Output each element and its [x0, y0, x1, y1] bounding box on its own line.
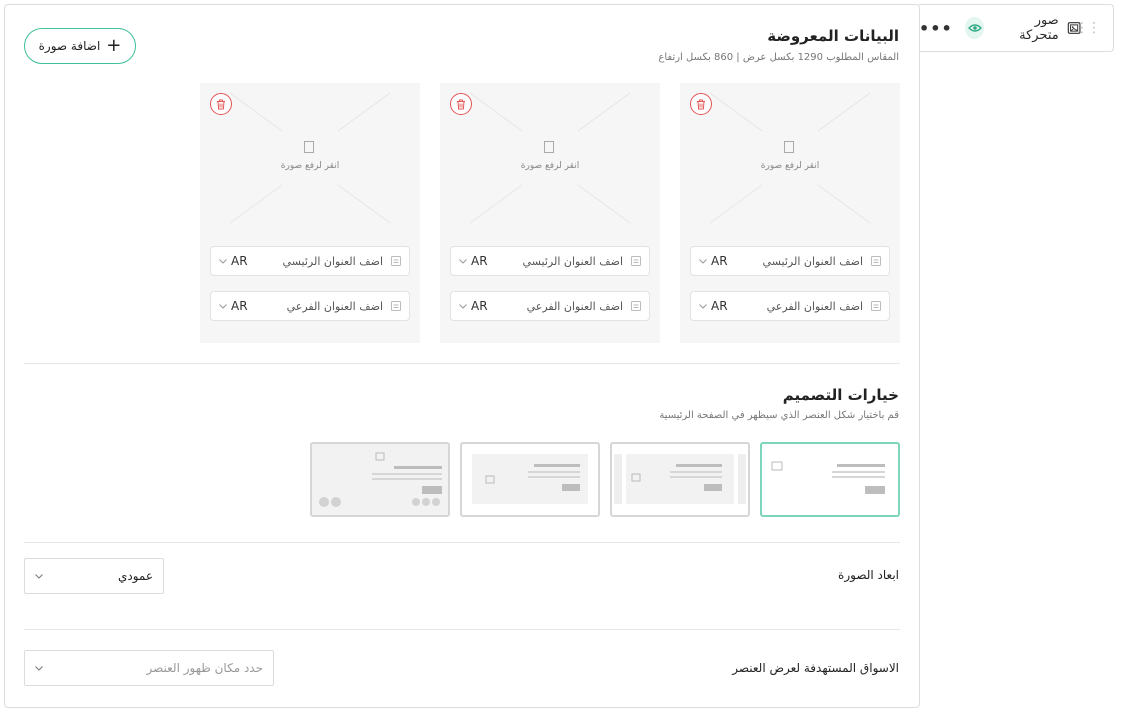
- main-title-field[interactable]: اضف العنوان الرئيسي AR: [450, 246, 650, 276]
- displayed-data-subtitle: المقاس المطلوب 1290 بكسل عرض | 860 بكسل …: [658, 52, 899, 63]
- language-selector[interactable]: AR: [219, 254, 248, 268]
- main-title-field[interactable]: اضف العنوان الرئيسي AR: [210, 246, 410, 276]
- text-field-icon: [631, 256, 641, 266]
- chevron-down-icon: [219, 303, 227, 309]
- design-preview-carousel: [614, 454, 746, 504]
- main-title-placeholder: اضف العنوان الرئيسي: [522, 254, 623, 268]
- chevron-down-icon: [699, 258, 707, 264]
- more-options-icon[interactable]: •••: [919, 19, 953, 38]
- image-dimensions-select[interactable]: عمودي: [24, 558, 164, 594]
- trash-icon: [697, 99, 705, 109]
- target-markets-placeholder: حدد مكان ظهور العنصر: [146, 661, 263, 675]
- chevron-down-icon: [459, 303, 467, 309]
- target-markets-label: الاسواق المستهدفة لعرض العنصر: [732, 661, 899, 675]
- design-option-boxed[interactable]: [460, 442, 600, 517]
- image-upload-area[interactable]: انقر لرفع صورة: [680, 83, 900, 233]
- plus-icon: +: [106, 35, 122, 56]
- section-divider: [24, 542, 900, 543]
- upload-label: انقر لرفع صورة: [280, 161, 340, 171]
- displayed-data-title: البيانات المعروضة: [767, 27, 899, 45]
- chevron-down-icon: [35, 573, 43, 579]
- sub-title-field[interactable]: اضف العنوان الفرعي AR: [450, 291, 650, 321]
- language-selector[interactable]: AR: [219, 299, 248, 313]
- design-preview-single: [771, 461, 885, 494]
- image-upload-area[interactable]: انقر لرفع صورة: [200, 83, 420, 233]
- upload-icon: [784, 141, 794, 153]
- language-code: AR: [711, 299, 728, 313]
- text-field-icon: [391, 301, 401, 311]
- main-title-placeholder: اضف العنوان الرئيسي: [282, 254, 383, 268]
- image-dimensions-label: ابعاد الصورة: [838, 568, 899, 582]
- trash-icon: [217, 99, 225, 109]
- section-divider: [24, 629, 900, 630]
- chevron-down-icon: [459, 258, 467, 264]
- visibility-toggle[interactable]: [964, 17, 985, 39]
- placeholder-diagonals: [229, 92, 391, 224]
- sub-title-placeholder: اضف العنوان الفرعي: [286, 299, 383, 313]
- language-code: AR: [471, 254, 488, 268]
- image-card: انقر لرفع صورة اضف العنوان الرئيسي AR اض…: [440, 83, 660, 343]
- gallery-icon: [1067, 22, 1081, 34]
- drag-handle-icon[interactable]: ⋮⋮: [1075, 21, 1101, 35]
- sub-title-placeholder: اضف العنوان الفرعي: [766, 299, 863, 313]
- text-field-icon: [871, 301, 881, 311]
- main-title-field[interactable]: اضف العنوان الرئيسي AR: [690, 246, 890, 276]
- add-image-button[interactable]: + اضافة صورة: [24, 28, 136, 64]
- eye-icon: [967, 24, 982, 32]
- text-field-icon: [631, 301, 641, 311]
- design-preview-boxed: [472, 454, 588, 504]
- main-title-placeholder: اضف العنوان الرئيسي: [762, 254, 863, 268]
- sub-title-field[interactable]: اضف العنوان الفرعي AR: [210, 291, 410, 321]
- language-code: AR: [471, 299, 488, 313]
- text-field-icon: [391, 256, 401, 266]
- image-dimensions-value: عمودي: [117, 569, 153, 583]
- element-tab[interactable]: ⋮⋮ صور متحركة •••: [919, 4, 1114, 52]
- language-code: AR: [231, 254, 248, 268]
- image-upload-area[interactable]: انقر لرفع صورة: [440, 83, 660, 233]
- upload-icon: [304, 141, 314, 153]
- design-option-carousel[interactable]: [610, 442, 750, 517]
- language-selector[interactable]: AR: [699, 299, 728, 313]
- chevron-down-icon: [219, 258, 227, 264]
- language-selector[interactable]: AR: [459, 299, 488, 313]
- placeholder-diagonals: [469, 92, 631, 224]
- text-field-icon: [871, 256, 881, 266]
- delete-card-button[interactable]: [690, 93, 712, 115]
- image-card: انقر لرفع صورة اضف العنوان الرئيسي AR اض…: [200, 83, 420, 343]
- upload-label: انقر لرفع صورة: [760, 161, 820, 171]
- design-options-title: خيارات التصميم: [782, 386, 899, 404]
- design-preview-with-dots: [312, 444, 448, 515]
- image-card: انقر لرفع صورة اضف العنوان الرئيسي AR اض…: [680, 83, 900, 343]
- chevron-down-icon: [35, 665, 43, 671]
- section-divider: [24, 363, 900, 364]
- trash-icon: [457, 99, 465, 109]
- target-markets-select[interactable]: حدد مكان ظهور العنصر: [24, 650, 274, 686]
- design-option-with-dots[interactable]: [310, 442, 450, 517]
- upload-label: انقر لرفع صورة: [520, 161, 580, 171]
- settings-panel: البيانات المعروضة المقاس المطلوب 1290 بك…: [4, 4, 920, 708]
- delete-card-button[interactable]: [450, 93, 472, 115]
- page-root: ⋮⋮ صور متحركة ••• البيانات المعروضة المق…: [0, 0, 1121, 712]
- sub-title-placeholder: اضف العنوان الفرعي: [526, 299, 623, 313]
- language-selector[interactable]: AR: [699, 254, 728, 268]
- placeholder-diagonals: [709, 92, 871, 224]
- add-image-label: اضافة صورة: [38, 39, 101, 53]
- element-tab-title: صور متحركة: [1019, 13, 1059, 43]
- delete-card-button[interactable]: [210, 93, 232, 115]
- design-option-single[interactable]: [760, 442, 900, 517]
- language-selector[interactable]: AR: [459, 254, 488, 268]
- sub-title-field[interactable]: اضف العنوان الفرعي AR: [690, 291, 890, 321]
- language-code: AR: [231, 299, 248, 313]
- design-options-subtitle: قم باختيار شكل العنصر الذي سيظهر في الصف…: [659, 410, 899, 421]
- upload-icon: [544, 141, 554, 153]
- chevron-down-icon: [699, 303, 707, 309]
- language-code: AR: [711, 254, 728, 268]
